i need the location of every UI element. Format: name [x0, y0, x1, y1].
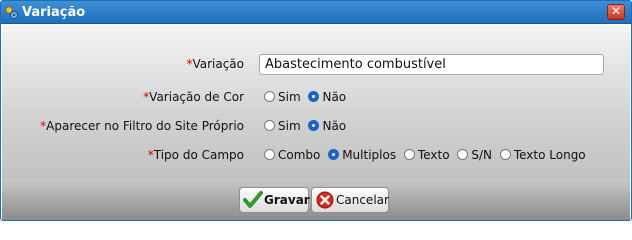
radio-sn[interactable] — [457, 149, 469, 160]
variacao-cor-options: Sim Não — [264, 90, 350, 104]
variacao-cor-label: *Variação de Cor — [143, 90, 244, 104]
tipo-campo-combo[interactable]: Combo — [264, 148, 320, 162]
app-icon — [5, 6, 19, 20]
cancel-icon — [316, 191, 334, 209]
cancel-label: Cancelar — [336, 193, 389, 207]
button-bar: Gravar Cancelar — [2, 179, 630, 220]
save-button[interactable]: Gravar — [239, 187, 310, 213]
row-variacao-cor: *Variação de Cor Sim Não — [2, 87, 630, 109]
radio-multiplos-selected[interactable] — [328, 149, 340, 160]
variacao-label-text: Variação — [192, 57, 244, 71]
radio-label-combo: Combo — [278, 148, 321, 162]
tipo-campo-multiplos[interactable]: Multiplos — [328, 148, 396, 162]
variacao-cor-sim[interactable]: Sim — [264, 90, 301, 104]
save-label: Gravar — [264, 193, 310, 207]
radio-nao-selected[interactable] — [308, 91, 320, 102]
tipo-campo-texto-longo[interactable]: Texto Longo — [499, 148, 586, 162]
radio-sim[interactable] — [264, 91, 275, 102]
tipo-campo-label: *Tipo do Campo — [148, 148, 244, 162]
close-button[interactable]: ✕ — [607, 4, 625, 20]
radio-nao-selected[interactable] — [308, 120, 320, 131]
radio-label-nao: Não — [322, 90, 347, 104]
close-icon: ✕ — [610, 4, 622, 18]
dialog: Variação ✕ *Variação Abastecimento combu… — [0, 0, 632, 221]
filtro-site-options: Sim Não — [264, 119, 350, 133]
radio-texto-longo[interactable] — [499, 149, 511, 160]
title-bar[interactable]: Variação ✕ — [1, 1, 631, 24]
filtro-site-label-text: Aparecer no Filtro do Site Próprio — [46, 119, 244, 133]
variacao-label: *Variação — [186, 57, 244, 71]
radio-label-texto-longo: Texto Longo — [513, 148, 586, 162]
radio-label-nao: Não — [322, 119, 347, 133]
radio-label-sim: Sim — [278, 119, 301, 133]
row-tipo-campo: *Tipo do Campo Combo Multiplos Texto S/N… — [2, 145, 630, 167]
cancel-button[interactable]: Cancelar — [311, 187, 389, 213]
filtro-site-sim[interactable]: Sim — [264, 119, 301, 133]
radio-label-texto: Texto — [417, 148, 450, 162]
variacao-cor-nao[interactable]: Não — [308, 90, 346, 104]
filtro-site-nao[interactable]: Não — [308, 119, 346, 133]
row-filtro-site: *Aparecer no Filtro do Site Próprio Sim … — [2, 116, 630, 138]
radio-label-sn: S/N — [471, 148, 493, 162]
variacao-cor-label-text: Variação de Cor — [149, 90, 244, 104]
radio-sim[interactable] — [264, 120, 275, 131]
radio-label-sim: Sim — [278, 90, 301, 104]
row-variacao: *Variação Abastecimento combustível — [2, 54, 630, 76]
filtro-site-label: *Aparecer no Filtro do Site Próprio — [40, 119, 244, 133]
tipo-campo-texto[interactable]: Texto — [403, 148, 450, 162]
window-title: Variação — [22, 5, 86, 20]
variacao-input[interactable]: Abastecimento combustível — [259, 54, 604, 75]
tipo-campo-sn[interactable]: S/N — [457, 148, 492, 162]
tipo-campo-label-text: Tipo do Campo — [153, 148, 244, 162]
check-icon — [243, 191, 263, 208]
form-body: *Variação Abastecimento combustível *Var… — [2, 25, 630, 179]
radio-texto[interactable] — [403, 149, 415, 160]
radio-label-multiplos: Multiplos — [342, 148, 397, 162]
tipo-campo-options: Combo Multiplos Texto S/N Texto Longo — [264, 148, 590, 162]
radio-combo[interactable] — [264, 149, 275, 160]
